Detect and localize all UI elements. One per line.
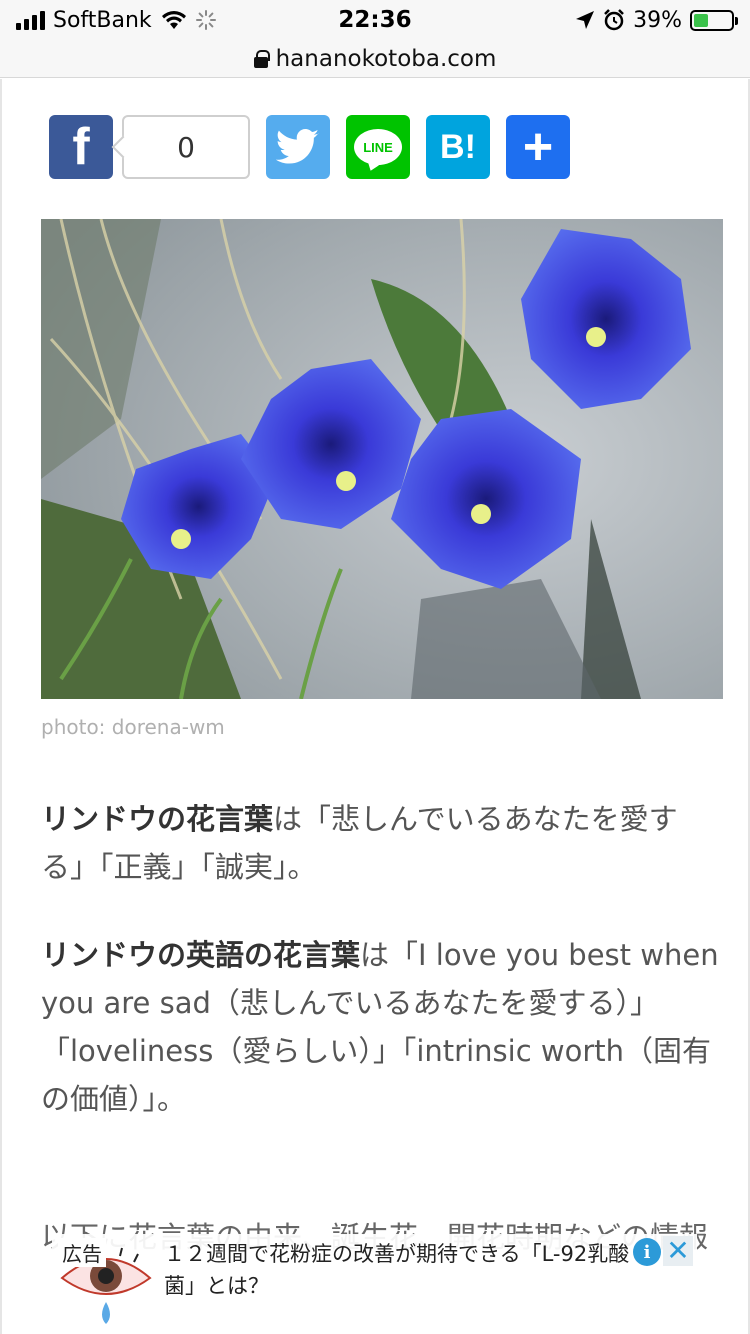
status-bar: SoftBank 22:36 39%	[0, 0, 750, 40]
cellular-signal-icon	[16, 10, 45, 30]
gentian-flower-photo	[41, 219, 723, 699]
article-page: f 0 LINE B! + photo: dorena-wm リンドウの花言葉は…	[0, 79, 750, 1334]
lock-icon	[253, 49, 270, 68]
line-share-button[interactable]: LINE	[346, 115, 410, 179]
more-share-button[interactable]: +	[506, 115, 570, 179]
alarm-icon	[604, 9, 624, 31]
share-buttons: f 0 LINE B! +	[49, 115, 570, 179]
battery-icon	[690, 9, 738, 31]
ad-label: 広告	[58, 1238, 106, 1267]
ad-close-icon[interactable]: ✕	[663, 1236, 693, 1266]
twitter-share-button[interactable]	[266, 115, 330, 179]
facebook-icon: f	[72, 118, 90, 176]
ad-banner[interactable]: 広告 １２週間で花粉症の改善が期待できる「L-92乳酸菌」とは？ i ✕	[52, 1234, 697, 1334]
carrier-name: SoftBank	[53, 7, 152, 33]
loading-spinner-icon	[195, 10, 216, 30]
paragraph-meaning: リンドウの花言葉は「悲しんでいるあなたを愛する」「正義」「誠実」。	[41, 802, 678, 884]
bold-term: リンドウの英語の花言葉	[41, 938, 361, 972]
location-arrow-icon	[576, 11, 595, 29]
address-bar[interactable]: hananokotoba.com	[0, 40, 750, 78]
battery-percent: 39%	[633, 7, 682, 33]
url-domain: hananokotoba.com	[275, 45, 497, 72]
paragraph-english-meaning: リンドウの英語の花言葉は「I love you best when you ar…	[41, 938, 719, 1116]
ad-text[interactable]: １２週間で花粉症の改善が期待できる「L-92乳酸菌」とは？	[164, 1238, 644, 1302]
wifi-icon	[161, 11, 186, 29]
line-icon: LINE	[354, 129, 402, 165]
facebook-share-button[interactable]: f	[49, 115, 113, 179]
facebook-share-count: 0	[122, 115, 250, 179]
hatena-bookmark-button[interactable]: B!	[426, 115, 490, 179]
photo-credit: photo: dorena-wm	[41, 715, 225, 739]
twitter-bird-icon	[276, 129, 319, 164]
bold-term: リンドウの花言葉	[41, 802, 274, 836]
ad-info-icon[interactable]: i	[633, 1238, 661, 1266]
plus-icon: +	[522, 118, 554, 176]
hatena-bookmark-icon: B!	[440, 127, 476, 166]
